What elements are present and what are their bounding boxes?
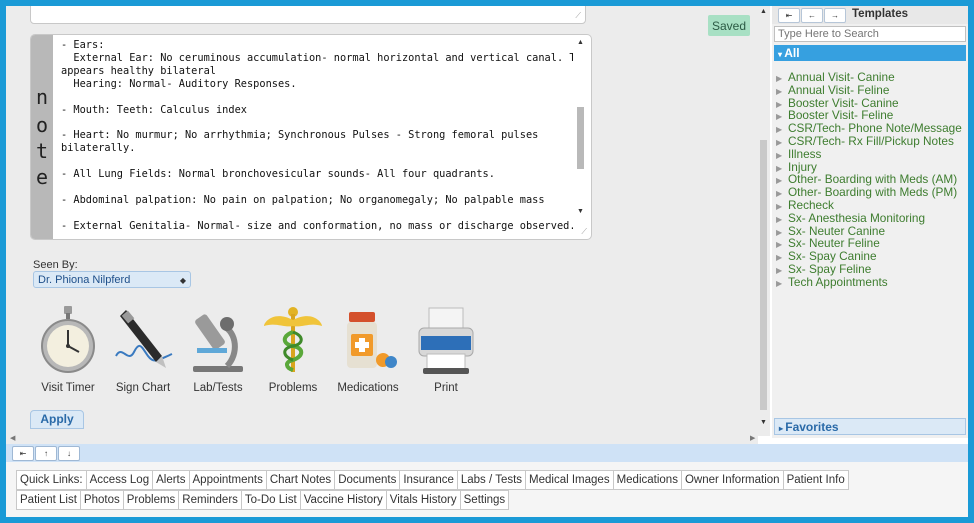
main-panel: ⟋ Saved n o t e - Ears: External Ear: No… [6, 6, 758, 434]
visit-timer-button[interactable]: Visit Timer [32, 304, 104, 394]
app-frame: ⟋ Saved n o t e - Ears: External Ear: No… [6, 6, 968, 517]
link-vitals-history[interactable]: Vitals History [385, 490, 461, 510]
link-photos[interactable]: Photos [79, 490, 124, 510]
favorites-header[interactable]: ▸ Favorites [774, 418, 966, 435]
scroll-up-icon[interactable]: ▲ [577, 39, 584, 46]
link-problems[interactable]: Problems [122, 490, 180, 510]
template-item-label: Tech Appointments [788, 274, 888, 289]
select-caret-icon: ◆ [179, 276, 186, 285]
link-appointments[interactable]: Appointments [188, 470, 267, 490]
main-scrollbar[interactable]: ▲ ▼ [758, 6, 770, 436]
caret-right-icon: ▶ [776, 278, 783, 288]
medications-button[interactable]: Medications [332, 304, 404, 394]
print-button[interactable]: Print [410, 304, 482, 394]
scroll-up-arrow-icon[interactable]: ↑ [35, 446, 57, 461]
link-labs-tests[interactable]: Labs / Tests [456, 470, 527, 490]
templates-list: ▶ Annual Visit- Canine ▶ Annual Visit- Fel… [776, 71, 968, 289]
templates-title: Templates [852, 8, 909, 20]
main-hscrollbar[interactable]: ◀ ▶ [6, 434, 758, 444]
first-page-icon[interactable]: ⇤ [12, 446, 34, 461]
lab-tests-label: Lab/Tests [193, 382, 243, 394]
stopwatch-icon [41, 306, 95, 373]
problems-button[interactable]: Problems [257, 304, 329, 394]
lab-tests-button[interactable]: Lab/Tests [182, 304, 254, 394]
first-page-icon[interactable]: ⇤ [778, 8, 800, 23]
previous-text-field[interactable]: ⟋ [30, 6, 586, 24]
prev-page-icon[interactable]: ← [801, 8, 823, 23]
seen-by-value: Dr. Phiona Nilpferd [38, 274, 131, 286]
caduceus-icon [264, 307, 322, 372]
link-alerts[interactable]: Alerts [152, 470, 190, 490]
resize-grip-icon[interactable]: ⟋ [581, 227, 587, 237]
quick-links-row-1: Quick Links: Access Log Alerts Appointme… [16, 470, 849, 490]
scroll-down-icon[interactable]: ▼ [760, 419, 767, 426]
main-scroll-thumb[interactable] [760, 140, 767, 410]
apply-button[interactable]: Apply [30, 410, 84, 429]
microscope-icon [193, 314, 243, 372]
template-item[interactable]: ▶ Tech Appointments [776, 274, 968, 289]
link-settings[interactable]: Settings [459, 490, 510, 510]
scroll-left-icon[interactable]: ◀ [10, 434, 15, 442]
problems-label: Problems [268, 382, 318, 394]
visit-timer-label: Visit Timer [41, 382, 95, 394]
templates-search-input[interactable] [774, 26, 966, 42]
note-tab: n o t e [31, 35, 53, 239]
quick-links-row-2: Patient List Photos Problems Reminders T… [16, 490, 510, 510]
link-todo-list[interactable]: To-Do List [240, 490, 301, 510]
link-vaccine-history[interactable]: Vaccine History [299, 490, 387, 510]
sign-chart-button[interactable]: Sign Chart [107, 304, 179, 394]
note-scrollbar[interactable]: ▲ ▼ [575, 39, 585, 225]
link-patient-info[interactable]: Patient Info [782, 470, 849, 490]
quick-links-label: Quick Links: [16, 470, 87, 490]
favorites-label: Favorites [785, 420, 839, 434]
note-textarea[interactable]: - Ears: External Ear: No ceruminous accu… [61, 39, 573, 235]
link-reminders[interactable]: Reminders [178, 490, 242, 510]
scroll-up-icon[interactable]: ▲ [760, 8, 767, 15]
pen-signature-icon [115, 310, 173, 368]
scroll-down-arrow-icon[interactable]: ↓ [58, 446, 80, 461]
medications-label: Medications [337, 382, 399, 394]
templates-panel: ⇤ ← → Templates ▾ All ▶Annual Visit- Can… [772, 6, 968, 438]
medication-bottle-icon [347, 312, 397, 368]
seen-by-label: Seen By: [33, 259, 78, 271]
next-page-icon[interactable]: → [824, 8, 846, 23]
note-panel: n o t e - Ears: External Ear: No cerumin… [30, 34, 592, 240]
note-tab-letter: o [35, 113, 49, 137]
saved-indicator: Saved [708, 15, 750, 36]
bottom-toolbar: ⇤ ↑ ↓ [6, 444, 968, 462]
sign-chart-label: Sign Chart [115, 382, 171, 394]
note-tab-letter: t [35, 139, 49, 163]
link-medical-images[interactable]: Medical Images [525, 470, 614, 490]
scroll-down-icon[interactable]: ▼ [577, 208, 584, 215]
link-insurance[interactable]: Insurance [399, 470, 458, 490]
link-documents[interactable]: Documents [334, 470, 401, 490]
templates-all-header[interactable]: ▾ All [774, 45, 966, 61]
printer-icon [418, 307, 474, 374]
note-tab-letter: n [35, 85, 49, 109]
link-patient-list[interactable]: Patient List [16, 490, 81, 510]
note-scroll-thumb[interactable] [577, 107, 584, 169]
templates-header: ⇤ ← → Templates [772, 6, 968, 24]
note-tab-letter: e [35, 165, 49, 189]
link-owner-information[interactable]: Owner Information [680, 470, 784, 490]
all-label: All [784, 46, 800, 60]
quick-links-panel: Quick Links: Access Log Alerts Appointme… [6, 462, 968, 517]
link-chart-notes[interactable]: Chart Notes [265, 470, 336, 490]
resize-grip-icon[interactable]: ⟋ [575, 11, 581, 21]
seen-by-select[interactable]: Dr. Phiona Nilpferd ◆ [33, 271, 191, 288]
print-label: Print [434, 382, 458, 394]
link-medications[interactable]: Medications [612, 470, 682, 490]
scroll-right-icon[interactable]: ▶ [750, 434, 755, 442]
link-access-log[interactable]: Access Log [85, 470, 154, 490]
